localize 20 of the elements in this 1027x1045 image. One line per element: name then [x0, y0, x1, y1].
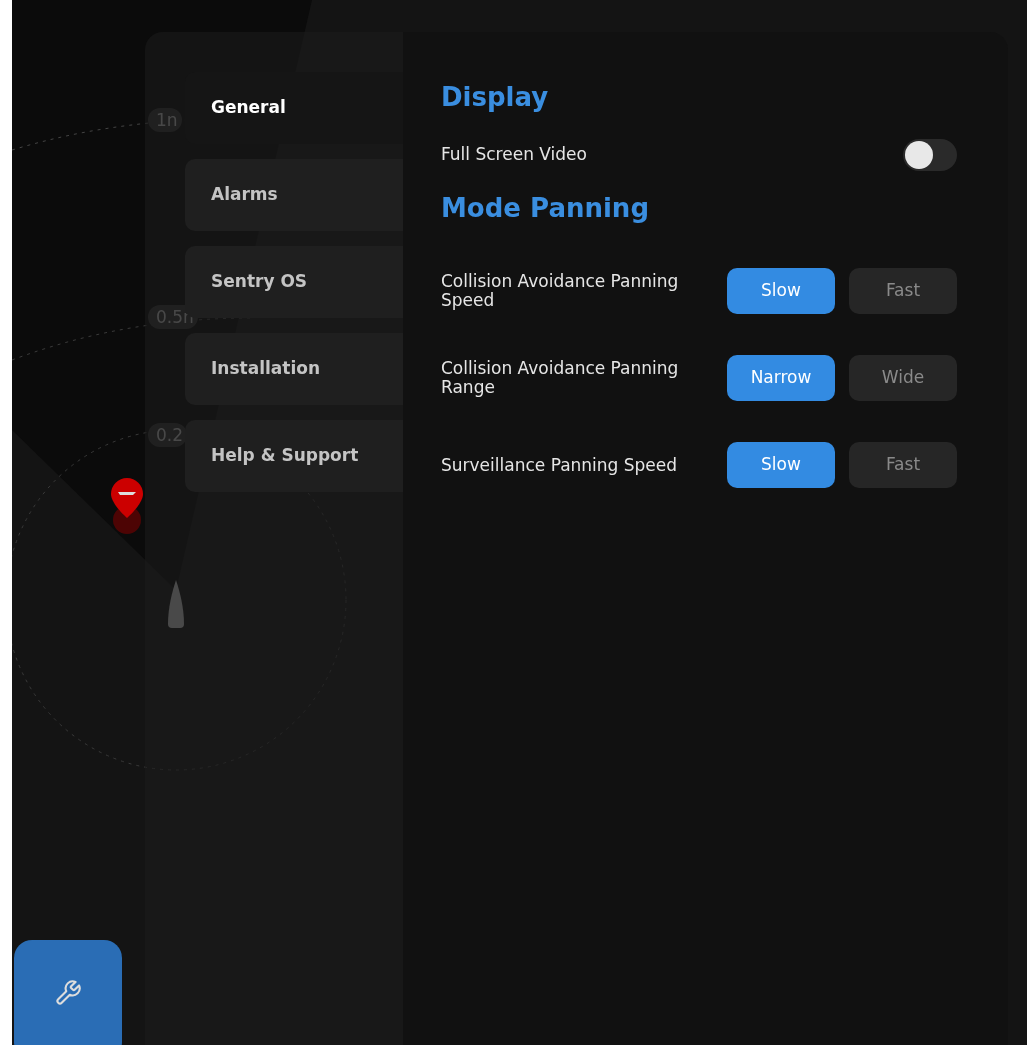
nav-item[interactable]: Alarms [185, 159, 403, 231]
nav-item[interactable]: Sentry OS [185, 246, 403, 318]
setting-label: Full Screen Video [441, 143, 587, 167]
setting-label: Collision Avoidance Panning Speed [441, 272, 680, 310]
option-button[interactable]: Fast [849, 268, 957, 314]
nav-item[interactable]: Installation [185, 333, 403, 405]
location-pin-icon [109, 476, 145, 536]
section-heading: Display [441, 81, 550, 114]
wrench-icon [54, 979, 82, 1007]
setting-label: Collision Avoidance Panning Range [441, 359, 680, 397]
boat-icon [166, 580, 186, 628]
option-button[interactable]: Wide [849, 355, 957, 401]
option-button[interactable]: Slow [727, 268, 835, 314]
option-button[interactable]: Fast [849, 442, 957, 488]
nav-item[interactable]: Help & Support [185, 420, 403, 492]
section-heading: Mode Panning [441, 192, 650, 225]
toggle-switch[interactable] [903, 139, 957, 171]
option-button[interactable]: Slow [727, 442, 835, 488]
option-button[interactable]: Narrow [727, 355, 835, 401]
setting-label: Surveillance Panning Speed [441, 455, 679, 475]
